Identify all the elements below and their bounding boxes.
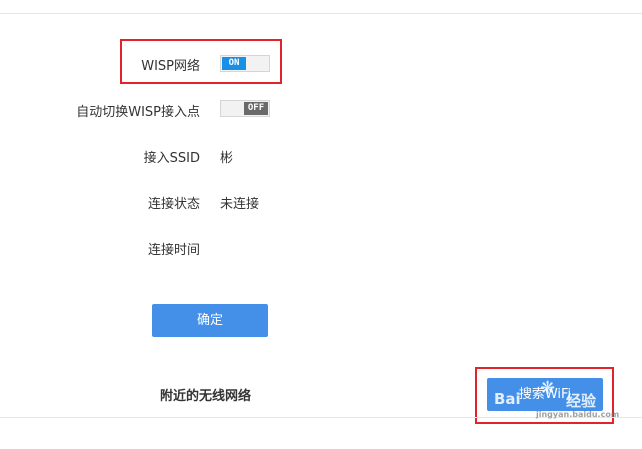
ssid-value: 彬 [220, 151, 234, 166]
nearby-networks-title: 附近的无线网络 [160, 389, 252, 404]
confirm-button[interactable]: 确定 [152, 304, 268, 337]
top-divider [0, 13, 642, 14]
highlight-box-search [475, 367, 614, 424]
status-label: 连接状态 [147, 197, 200, 212]
wisp-toggle[interactable]: ON [220, 55, 270, 72]
auto-switch-toggle[interactable]: OFF [220, 100, 270, 117]
ssid-label: 接入SSID [143, 151, 200, 166]
bottom-divider [0, 417, 642, 418]
auto-switch-toggle-state: OFF [244, 102, 268, 115]
wisp-toggle-state: ON [222, 57, 246, 70]
time-label: 连接时间 [147, 243, 200, 258]
auto-switch-label: 自动切换WISP接入点 [76, 105, 200, 120]
status-value: 未连接 [220, 197, 260, 212]
wisp-label: WISP网络 [141, 59, 200, 74]
